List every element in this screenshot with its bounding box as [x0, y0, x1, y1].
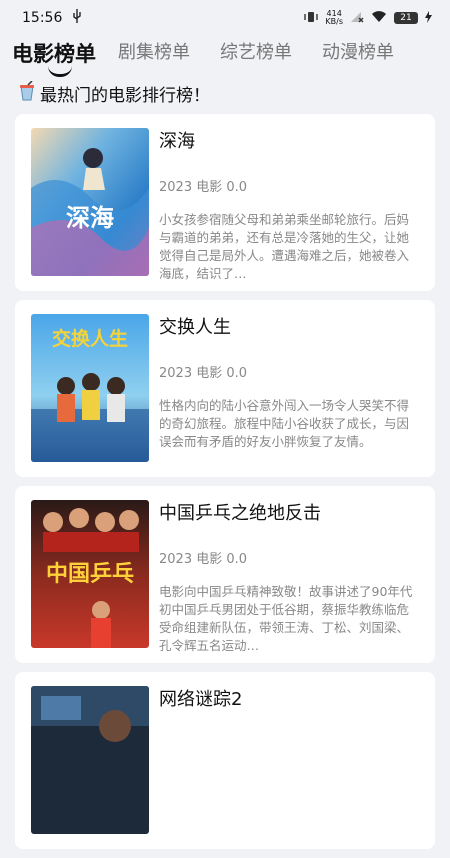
- movie-title: 交换人生: [159, 317, 231, 338]
- poster-title: 深海: [66, 203, 114, 232]
- usb-icon: [72, 9, 82, 27]
- poster-title: 交换人生: [51, 328, 128, 350]
- movie-description: 性格内向的陆小谷意外闯入一场令人哭笑不得的奇幻旅程。旅程中陆小谷收获了成长，与因…: [159, 398, 410, 449]
- movie-title: 深海: [159, 131, 195, 152]
- movie-poster: 交换人生: [31, 314, 149, 462]
- movie-card[interactable]: 中国乒乓 中国乒乓之绝地反击 2023 电影 0.0 电影向中国乒乓精神致敬！故…: [15, 486, 435, 663]
- tab-movies[interactable]: 电影榜单: [12, 38, 96, 77]
- tab-variety[interactable]: 综艺榜单: [220, 38, 292, 64]
- movie-meta: 2023 电影 0.0: [159, 180, 248, 195]
- network-speed: 414 KB/s: [325, 10, 343, 26]
- wifi-icon: [371, 10, 387, 26]
- movie-poster: [31, 686, 149, 834]
- movie-description: 电影向中国乒乓精神致敬！故事讲述了90年代初中国乒乓男团处于低谷期，蔡振华教练临…: [159, 584, 413, 653]
- movie-title: 网络谜踪2: [159, 689, 243, 710]
- category-tabs: 电影榜单 剧集榜单 综艺榜单 动漫榜单: [0, 38, 450, 78]
- movie-card[interactable]: 网络谜踪2: [15, 672, 435, 849]
- tab-series[interactable]: 剧集榜单: [118, 38, 190, 64]
- battery-icon: 21: [394, 12, 418, 24]
- movie-poster: 深海: [31, 128, 149, 276]
- movie-description: 小女孩参宿随父母和弟弟乘坐邮轮旅行。后妈与霸道的弟弟，还有总是冷落她的生父，让她…: [159, 212, 410, 281]
- status-bar: 15:56 414 KB/s 21: [0, 0, 450, 36]
- active-tab-indicator: [48, 66, 72, 77]
- tab-variety-label: 综艺榜单: [220, 42, 292, 63]
- movie-poster: 中国乒乓: [31, 500, 149, 648]
- headline-text: 最热门的电影排行榜！: [40, 85, 210, 106]
- cellular-x-icon: [350, 11, 364, 26]
- poster-title: 中国乒乓: [45, 561, 134, 587]
- drink-cup-icon: [18, 79, 36, 106]
- movie-list: 深海 深海 2023 电影 0.0 小女孩参宿随父母和弟弟乘坐邮轮旅行。后妈与霸…: [15, 114, 435, 858]
- movie-meta: [159, 734, 419, 752]
- net-speed-unit: KB/s: [325, 17, 343, 26]
- movie-title: 中国乒乓之绝地反击: [159, 503, 321, 524]
- tab-anime[interactable]: 动漫榜单: [322, 38, 394, 64]
- movie-card[interactable]: 交换人生 交换人生 2023 电影 0.0 性格内向的陆小谷意外闯入一场令人哭笑…: [15, 300, 435, 477]
- section-headline: 最热门的电影排行榜！: [18, 79, 210, 106]
- vibrate-icon: [304, 11, 319, 26]
- tab-anime-label: 动漫榜单: [322, 42, 394, 63]
- movie-meta: 2023 电影 0.0: [159, 552, 248, 567]
- charging-icon: [425, 10, 432, 26]
- tab-movies-label: 电影榜单: [12, 42, 96, 66]
- movie-card[interactable]: 深海 深海 2023 电影 0.0 小女孩参宿随父母和弟弟乘坐邮轮旅行。后妈与霸…: [15, 114, 435, 291]
- tab-series-label: 剧集榜单: [118, 42, 190, 63]
- clock: 15:56: [22, 10, 63, 26]
- movie-meta: 2023 电影 0.0: [159, 366, 248, 381]
